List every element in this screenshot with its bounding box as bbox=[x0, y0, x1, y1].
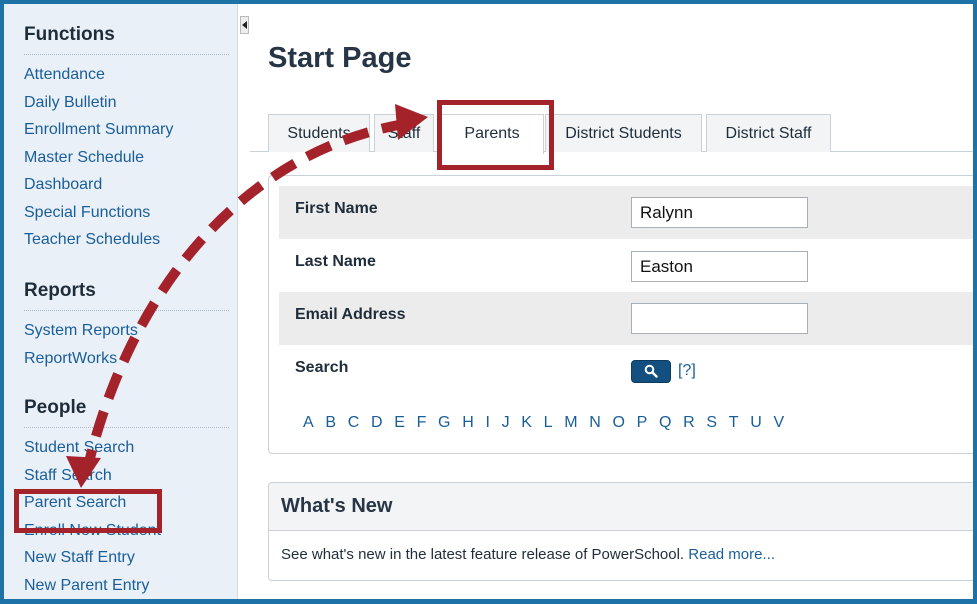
sidebar-item-teacher-schedules[interactable]: Teacher Schedules bbox=[24, 226, 229, 254]
sidebar-item-new-staff-entry[interactable]: New Staff Entry bbox=[24, 544, 229, 572]
alpha-link[interactable]: A bbox=[303, 414, 314, 432]
collapse-arrow-icon[interactable] bbox=[240, 16, 249, 34]
alpha-link[interactable]: L bbox=[544, 414, 553, 432]
alpha-link[interactable]: M bbox=[564, 414, 577, 432]
parents-tab-highlight bbox=[437, 100, 554, 170]
whats-new-panel: What's New See what's new in the latest … bbox=[268, 482, 973, 581]
alpha-link[interactable]: R bbox=[683, 414, 695, 432]
help-link[interactable]: [?] bbox=[678, 362, 696, 380]
sidebar-item-staff-search[interactable]: Staff Search bbox=[24, 462, 229, 490]
sidebar-item-enrollment-summary[interactable]: Enrollment Summary bbox=[24, 116, 229, 144]
alpha-link[interactable]: T bbox=[729, 414, 739, 432]
sidebar-item-new-parent-entry[interactable]: New Parent Entry bbox=[24, 572, 229, 600]
sidebar-item-attendance[interactable]: Attendance bbox=[24, 61, 229, 89]
alpha-link[interactable]: F bbox=[417, 414, 427, 432]
tab-students[interactable]: Students bbox=[268, 114, 370, 152]
sidebar-collapse-handle[interactable] bbox=[237, 4, 250, 599]
app-window: Functions Attendance Daily Bulletin Enro… bbox=[0, 0, 977, 604]
search-label: Search bbox=[295, 359, 349, 376]
last-name-row: Last Name bbox=[279, 239, 973, 292]
whats-new-body: See what's new in the latest feature rel… bbox=[281, 546, 685, 563]
first-name-label: First Name bbox=[295, 200, 378, 217]
alpha-link[interactable]: D bbox=[371, 414, 383, 432]
sidebar-heading-people: People bbox=[24, 397, 229, 428]
email-field[interactable] bbox=[631, 303, 808, 334]
last-name-field[interactable] bbox=[631, 251, 808, 282]
alpha-link[interactable]: C bbox=[348, 414, 360, 432]
first-name-row: First Name bbox=[279, 186, 973, 239]
last-name-label: Last Name bbox=[295, 253, 376, 270]
read-more-link[interactable]: Read more... bbox=[688, 546, 775, 563]
tab-district-students[interactable]: District Students bbox=[545, 114, 702, 152]
tab-staff[interactable]: Staff bbox=[374, 114, 434, 152]
search-button[interactable] bbox=[631, 360, 671, 383]
sidebar-item-master-schedule[interactable]: Master Schedule bbox=[24, 144, 229, 172]
email-row: Email Address bbox=[279, 292, 973, 345]
alpha-link[interactable]: E bbox=[394, 414, 405, 432]
sidebar-item-daily-bulletin[interactable]: Daily Bulletin bbox=[24, 89, 229, 117]
main-content: Start Page Students Staff Parents Distri… bbox=[250, 4, 973, 599]
alpha-link[interactable]: O bbox=[612, 414, 624, 432]
alpha-link[interactable]: V bbox=[773, 414, 784, 432]
whats-new-text: See what's new in the latest feature rel… bbox=[281, 546, 775, 563]
alpha-link[interactable]: N bbox=[589, 414, 601, 432]
whats-new-title: What's New bbox=[281, 495, 393, 517]
section-functions: Functions Attendance Daily Bulletin Enro… bbox=[24, 24, 229, 254]
parent-search-panel: First Name Last Name Email Address Searc… bbox=[268, 175, 973, 454]
sidebar-item-dashboard[interactable]: Dashboard bbox=[24, 171, 229, 199]
sidebar-heading-functions: Functions bbox=[24, 24, 229, 55]
sidebar-item-special-functions[interactable]: Special Functions bbox=[24, 199, 229, 227]
sidebar-heading-reports: Reports bbox=[24, 280, 229, 311]
alpha-link[interactable]: U bbox=[750, 414, 762, 432]
page-title: Start Page bbox=[268, 42, 412, 74]
alpha-link[interactable]: J bbox=[502, 414, 510, 432]
tab-district-staff[interactable]: District Staff bbox=[706, 114, 831, 152]
section-reports: Reports System Reports ReportWorks bbox=[24, 280, 229, 372]
alpha-link[interactable]: Q bbox=[659, 414, 671, 432]
alpha-link[interactable]: B bbox=[325, 414, 336, 432]
alpha-link[interactable]: G bbox=[438, 414, 450, 432]
parent-search-highlight bbox=[14, 489, 162, 533]
email-label: Email Address bbox=[295, 306, 406, 323]
sidebar-item-student-search[interactable]: Student Search bbox=[24, 434, 229, 462]
alpha-link[interactable]: K bbox=[521, 414, 532, 432]
alpha-link[interactable]: I bbox=[485, 414, 489, 432]
alphabet-index: ABCDEFGHIJKLMNOPQRSTUV bbox=[303, 414, 796, 432]
alpha-link[interactable]: P bbox=[637, 414, 648, 432]
first-name-field[interactable] bbox=[631, 197, 808, 228]
alpha-link[interactable]: H bbox=[462, 414, 474, 432]
sidebar-item-reportworks[interactable]: ReportWorks bbox=[24, 345, 229, 373]
search-row: Search [?] bbox=[279, 345, 973, 398]
sidebar-item-system-reports[interactable]: System Reports bbox=[24, 317, 229, 345]
magnifier-icon bbox=[644, 364, 658, 378]
alpha-link[interactable]: S bbox=[706, 414, 717, 432]
